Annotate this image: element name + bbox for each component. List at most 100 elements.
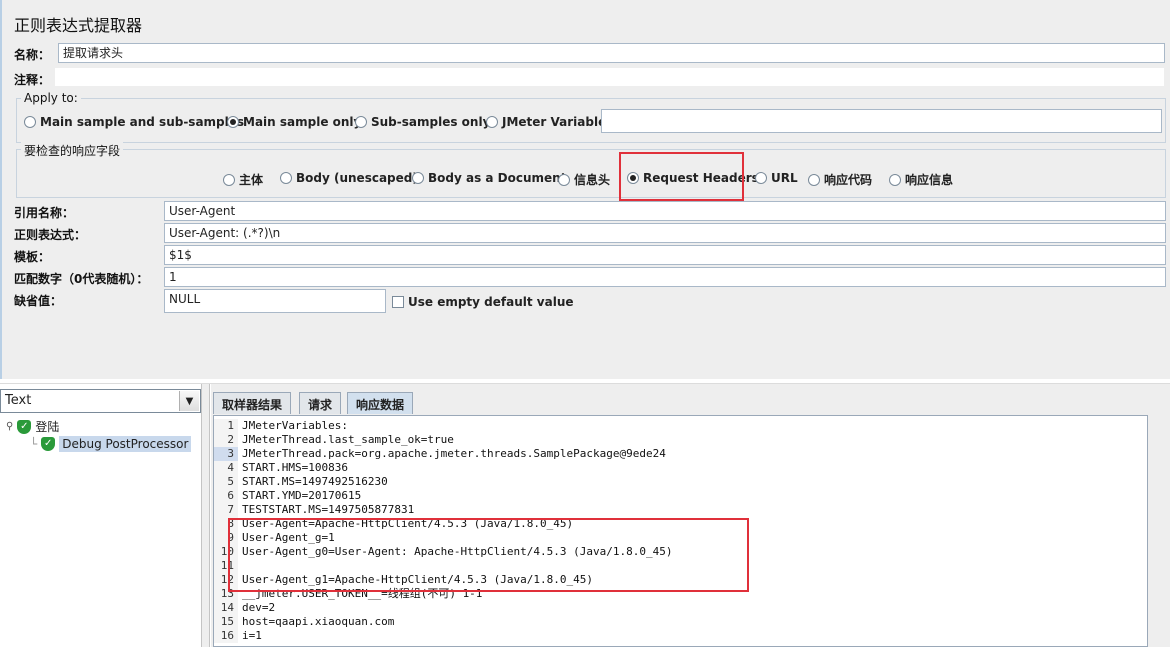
- line-text: host=qaapi.xiaoquan.com: [242, 615, 395, 628]
- radio-circle-icon: [808, 173, 820, 186]
- apply-to-legend: Apply to:: [21, 91, 81, 105]
- success-shield-icon: ✓: [41, 437, 56, 451]
- tab-response-data[interactable]: 响应数据: [347, 392, 414, 414]
- radio-circle-icon: [280, 172, 292, 184]
- regex-label: 正则表达式：: [14, 228, 87, 242]
- code-line: 6 START.YMD=20170615: [214, 489, 1147, 503]
- comment-field[interactable]: [54, 67, 1165, 87]
- highlight-box-user-agent: [228, 518, 749, 592]
- radio-label: 响应信息: [905, 173, 954, 187]
- radio-label: JMeter Variable: [502, 115, 607, 129]
- default-value-label: 缺省值：: [14, 294, 63, 308]
- radio-headers[interactable]: 信息头: [558, 171, 610, 188]
- chevron-down-icon[interactable]: ▼: [179, 391, 199, 411]
- radio-label: Sub-samples only: [371, 115, 491, 129]
- checkbox-icon: [392, 296, 404, 308]
- radio-label: Main sample only: [243, 115, 362, 129]
- radio-circle-icon: [755, 172, 767, 184]
- tree-line-icon: └: [30, 437, 38, 451]
- line-number: 2: [214, 433, 238, 447]
- tab-sampler-result[interactable]: 取样器结果: [213, 392, 292, 414]
- radio-circle-icon: [24, 116, 36, 128]
- tree-expand-icon[interactable]: ⚲: [6, 421, 13, 432]
- radio-label: URL: [771, 171, 798, 185]
- radio-main-only[interactable]: Main sample only: [227, 115, 361, 129]
- view-mode-select[interactable]: Text ▼: [0, 389, 201, 413]
- radio-circle-icon: [355, 116, 367, 128]
- default-value-field[interactable]: NULL: [164, 289, 386, 313]
- code-line: 15 host=qaapi.xiaoquan.com: [214, 615, 1147, 629]
- template-field[interactable]: $1$: [164, 245, 1166, 265]
- checkbox-label: Use empty default value: [408, 295, 574, 309]
- radio-label: 信息头: [574, 173, 611, 187]
- jmeter-variable-input[interactable]: [601, 109, 1162, 133]
- results-tree-pane: Text ▼ ⚲ ✓ 登陆 └ ✓ Debug PostProcessor: [0, 384, 202, 647]
- response-pane: 取样器结果 请求 响应数据 1 JMeterVariables: 2 JMeterTh…: [211, 384, 1150, 647]
- line-number: 14: [214, 601, 238, 615]
- code-line: 2 JMeterThread.last_sample_ok=true: [214, 433, 1147, 447]
- radio-label: Main sample and sub-samples: [40, 115, 245, 129]
- radio-body-unescaped[interactable]: Body (unescaped): [280, 171, 418, 185]
- radio-jmeter-variable[interactable]: JMeter Variable: [486, 115, 606, 129]
- use-empty-default-checkbox[interactable]: Use empty default value: [392, 295, 574, 309]
- split-pane-handle[interactable]: [202, 384, 210, 647]
- line-number: 4: [214, 461, 238, 475]
- regex-extractor-panel: 正则表达式提取器 名称： 提取请求头 注释： Apply to: Main sa…: [0, 0, 1170, 379]
- line-number: 5: [214, 475, 238, 489]
- radio-selected-icon: [227, 116, 239, 128]
- template-label: 模板：: [14, 250, 51, 264]
- match-no-field[interactable]: 1: [164, 267, 1166, 287]
- response-field-legend: 要检查的响应字段: [21, 142, 124, 159]
- code-line: 7 TESTSTART.MS=1497505877831: [214, 503, 1147, 517]
- radio-label: Body (unescaped): [296, 171, 418, 185]
- tree-node-label: 登陆: [35, 420, 60, 434]
- line-number: 7: [214, 503, 238, 517]
- code-line: 4 START.HMS=100836: [214, 461, 1147, 475]
- radio-main-and-sub[interactable]: Main sample and sub-samples: [24, 115, 244, 129]
- radio-label: 响应代码: [824, 173, 873, 187]
- radio-circle-icon: [223, 173, 235, 186]
- line-text: TESTSTART.MS=1497505877831: [242, 503, 415, 516]
- tree-node-root[interactable]: ⚲ ✓ 登陆: [6, 418, 59, 435]
- line-number: 15: [214, 615, 238, 629]
- view-mode-value: Text: [5, 393, 32, 408]
- radio-response-message[interactable]: 响应信息: [889, 171, 953, 188]
- radio-url[interactable]: URL: [755, 171, 798, 185]
- line-text: START.YMD=20170615: [242, 489, 362, 502]
- line-text: JMeterThread.last_sample_ok=true: [242, 433, 454, 446]
- name-field[interactable]: 提取请求头: [58, 43, 1165, 63]
- line-text: dev=2: [242, 601, 276, 614]
- tab-request[interactable]: 请求: [299, 392, 342, 414]
- tree-node-child[interactable]: └ ✓ Debug PostProcessor: [30, 436, 192, 452]
- radio-circle-icon: [486, 116, 498, 128]
- code-line: 5 START.MS=1497492516230: [214, 475, 1147, 489]
- radio-label: Body as a Document: [428, 171, 567, 185]
- ref-name-label: 引用名称：: [14, 206, 75, 220]
- line-number: 6: [214, 489, 238, 503]
- radio-circle-icon: [558, 173, 570, 186]
- radio-response-code[interactable]: 响应代码: [808, 171, 872, 188]
- radio-sub-only[interactable]: Sub-samples only: [355, 115, 490, 129]
- line-text: START.HMS=100836: [242, 461, 348, 474]
- ref-name-field[interactable]: User-Agent: [164, 201, 1166, 221]
- line-text: START.MS=1497492516230: [242, 475, 388, 488]
- code-line: 3 JMeterThread.pack=org.apache.jmeter.thr…: [214, 447, 1147, 461]
- code-line: 16 i=1: [214, 629, 1147, 643]
- regex-field[interactable]: User-Agent: (.*?)\n: [164, 223, 1166, 243]
- line-number: 1: [214, 419, 238, 433]
- radio-body[interactable]: 主体: [223, 171, 263, 188]
- panel-title: 正则表达式提取器: [14, 16, 143, 35]
- name-label: 名称：: [14, 48, 51, 62]
- highlight-box-request-headers: [619, 152, 744, 201]
- line-text: i=1: [242, 629, 262, 642]
- radio-body-document[interactable]: Body as a Document: [412, 171, 566, 185]
- radio-circle-icon: [889, 173, 901, 186]
- line-number: 3: [214, 447, 238, 461]
- comment-label: 注释：: [14, 73, 51, 87]
- line-text: JMeterThread.pack=org.apache.jmeter.thre…: [242, 447, 666, 460]
- tree-node-label-selected: Debug PostProcessor: [59, 436, 192, 452]
- success-shield-icon: ✓: [17, 419, 32, 434]
- radio-label: 主体: [239, 173, 264, 187]
- line-text: JMeterVariables:: [242, 419, 348, 432]
- results-tree-area: Text ▼ ⚲ ✓ 登陆 └ ✓ Debug PostProcessor 取样…: [0, 384, 1150, 647]
